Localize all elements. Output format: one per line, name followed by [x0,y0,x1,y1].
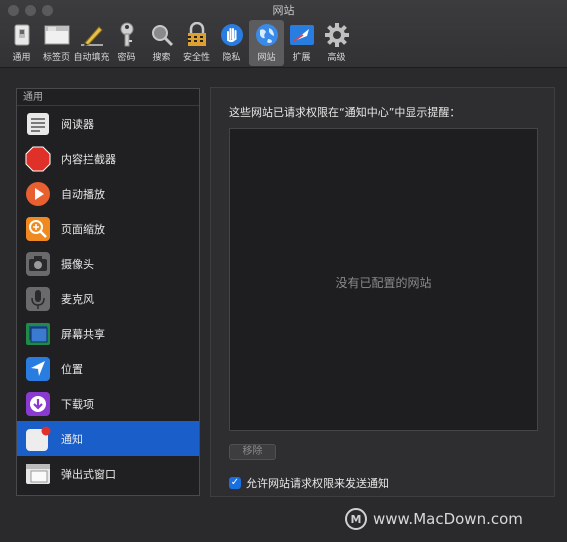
watermark: M www.MacDown.com [345,508,523,530]
sidebar-item-reader[interactable]: 阅读器 [17,106,199,141]
sidebar-item-label: 摄像头 [61,257,94,271]
sidebar-item-label: 内容拦截器 [61,152,116,166]
play-icon [25,181,51,207]
key-icon [114,22,140,48]
lock-icon [184,22,210,48]
sidebar-item-downloads[interactable]: 下载项 [17,386,199,421]
sidebar-item-label: 位置 [61,362,83,376]
sidebar-item-label: 阅读器 [61,117,94,131]
globe-icon [254,22,280,48]
window-titlebar: 网站 通用 标签页 自动填充 密码 搜索 安全性 隐私 网站 扩展 高级 [0,0,567,68]
allow-notifications-label: 允许网站请求权限来发送通知 [246,477,389,490]
sidebar-item-camera[interactable]: 摄像头 [17,246,199,281]
checkmark-icon: ✓ [230,477,240,488]
sidebar-item-microphone[interactable]: 麦克风 [17,281,199,316]
tab-privacy[interactable]: 隐私 [214,20,249,66]
window-title: 网站 [272,4,295,17]
sidebar-item-notifications[interactable]: 通知 [17,421,199,456]
extensions-icon [289,22,315,48]
tab-tabs[interactable]: 标签页 [39,20,74,66]
location-arrow-icon [25,356,51,382]
autofill-pencil-icon [79,22,105,48]
tab-autofill[interactable]: 自动填充 [74,20,110,66]
websites-list[interactable]: 没有已配置的网站 [229,128,538,431]
sidebar-item-label: 页面缩放 [61,222,105,236]
sidebar-item-label: 麦克风 [61,292,94,306]
gear-icon [324,22,350,48]
tab-security[interactable]: 安全性 [179,20,214,66]
stop-sign-icon [25,146,51,172]
sidebar-item-screen-sharing[interactable]: 屏幕共享 [17,316,199,351]
sidebar-item-popup-windows[interactable]: 弹出式窗口 [17,456,199,491]
watermark-text: www.MacDown.com [373,510,523,528]
zoom-icon [25,216,51,242]
notification-icon [25,426,51,452]
allow-notifications-checkbox[interactable]: ✓ [229,477,241,489]
allow-notifications-row[interactable]: ✓ 允许网站请求权限来发送通知 [229,475,389,491]
magnifier-icon [149,22,175,48]
tab-websites[interactable]: 网站 [249,20,284,66]
tab-search[interactable]: 搜索 [144,20,179,66]
sidebar-item-label: 自动播放 [61,187,105,201]
preferences-toolbar: 通用 标签页 自动填充 密码 搜索 安全性 隐私 网站 扩展 高级 [4,20,354,66]
tab-extensions[interactable]: 扩展 [284,20,319,66]
microphone-icon [25,286,51,312]
empty-list-message: 没有已配置的网站 [335,276,432,290]
screen-share-icon [25,321,51,347]
sidebar-item-label: 下载项 [61,397,94,411]
notifications-panel: 这些网站已请求权限在“通知中心”中显示提醒： 没有已配置的网站 移除 ✓ 允许网… [210,87,555,497]
tab-advanced[interactable]: 高级 [319,20,354,66]
tab-passwords[interactable]: 密码 [109,20,144,66]
sidebar-item-label: 通知 [61,432,83,446]
sidebar-item-autoplay[interactable]: 自动播放 [17,176,199,211]
tab-general[interactable]: 通用 [4,20,39,66]
sidebar-item-location[interactable]: 位置 [17,351,199,386]
hand-icon [219,22,245,48]
sidebar-item-label: 屏幕共享 [61,327,105,341]
panel-description: 这些网站已请求权限在“通知中心”中显示提醒： [229,106,461,119]
sidebar-section-header: 通用 [17,89,199,106]
sidebar-item-content-blockers[interactable]: 内容拦截器 [17,141,199,176]
watermark-logo: M [345,508,367,530]
website-settings-sidebar: 通用 阅读器 内容拦截器 自动播放 页面缩放 摄像头 麦克风 屏幕共享 位置 下… [16,88,200,496]
sidebar-item-label: 弹出式窗口 [61,467,116,481]
popup-window-icon [25,461,51,487]
sidebar-item-page-zoom[interactable]: 页面缩放 [17,211,199,246]
download-icon [25,391,51,417]
remove-button[interactable]: 移除 [229,444,276,460]
reader-icon [25,111,51,137]
camera-icon [25,251,51,277]
general-switch-icon [9,22,35,48]
tabs-icon [44,22,70,48]
